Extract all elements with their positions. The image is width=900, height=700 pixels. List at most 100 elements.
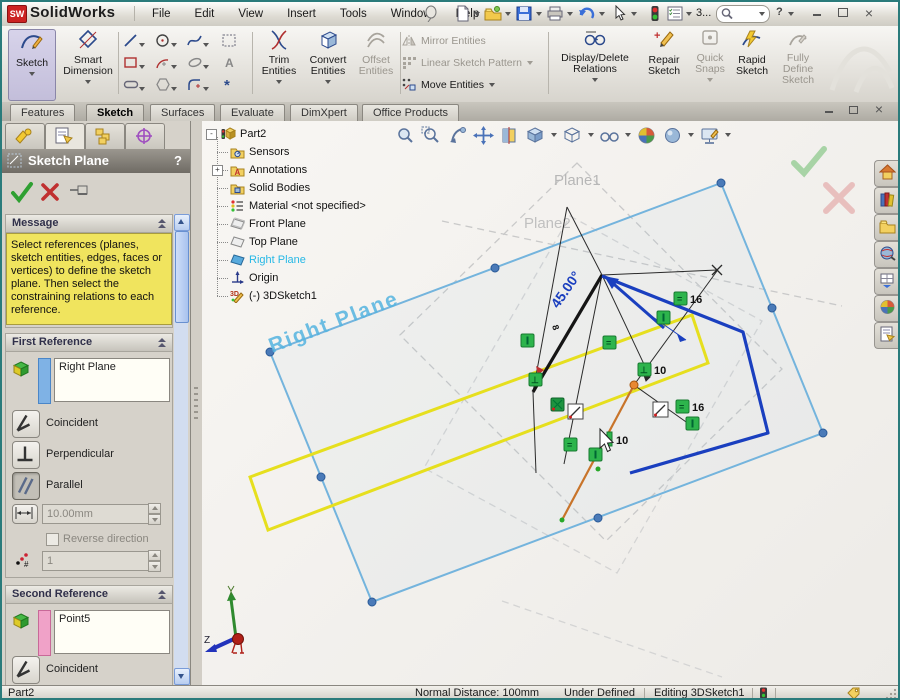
collapse-chevron-icon[interactable] (158, 219, 166, 229)
distance-spinner[interactable] (148, 503, 161, 523)
cancel-x-button[interactable] (40, 182, 60, 202)
taskpane-design-library-tab[interactable] (874, 187, 900, 214)
taskpane-view-palette-tab[interactable] (874, 268, 900, 295)
tab-sketch[interactable]: Sketch (86, 104, 144, 121)
splitter-grip[interactable] (194, 387, 198, 421)
tree-item-label[interactable]: Annotations (249, 161, 307, 179)
view-orientation-dropdown[interactable] (551, 133, 557, 137)
parallel-button[interactable] (12, 472, 40, 500)
taskpane-file-explorer-tab[interactable] (874, 214, 900, 241)
scroll-up-button[interactable] (174, 214, 190, 231)
tab-dimxpert[interactable]: DimXpert (290, 104, 358, 121)
tab-features[interactable]: Features (10, 104, 75, 121)
minimize-button[interactable] (808, 6, 826, 21)
overflow-toolbar-item[interactable]: 3... (696, 7, 711, 19)
tree-item-right-plane[interactable]: Right Plane (230, 251, 366, 269)
view-settings-icon[interactable] (662, 126, 683, 145)
search-dropdown[interactable] (759, 12, 765, 16)
tree-item-material[interactable]: Material <not specified> (230, 197, 366, 215)
tool-spline[interactable] (187, 33, 209, 53)
tool-ellipse[interactable] (187, 55, 209, 75)
save-icon[interactable] (515, 5, 533, 22)
perpendicular-button[interactable] (12, 441, 40, 469)
menu-view[interactable]: View (226, 8, 275, 20)
dimxpertmanager-tab[interactable] (125, 123, 165, 150)
collapse-chevron-icon[interactable] (158, 338, 166, 348)
first-reference-header[interactable]: First Reference (6, 334, 172, 352)
status-rebuild-icon[interactable] (759, 687, 768, 699)
move-entities-button[interactable]: Move Entities (402, 78, 495, 91)
rebuild-traffic-light-icon[interactable] (646, 5, 664, 22)
confirm-cancel-icon[interactable] (826, 185, 852, 211)
menu-file[interactable]: File (140, 8, 183, 20)
taskpane-custom-properties-tab[interactable] (874, 322, 900, 349)
trim-entities-button[interactable]: Trim Entities (257, 29, 301, 99)
pin-button[interactable] (68, 183, 92, 201)
new-dropdown[interactable] (474, 12, 480, 16)
tree-item-top-plane[interactable]: Top Plane (230, 233, 366, 251)
pin-menu-icon[interactable] (422, 5, 440, 22)
display-delete-relations-button[interactable]: Display/Delete Relations (553, 29, 637, 99)
smart-dimension-button[interactable]: Smart Dimension (60, 29, 116, 99)
doc-close-button[interactable]: × (870, 102, 888, 117)
menu-tools[interactable]: Tools (328, 8, 379, 20)
smart-dimension-dropdown[interactable] (85, 80, 91, 84)
hide-show-dropdown[interactable] (625, 133, 631, 137)
help-button[interactable]: ? (776, 6, 783, 18)
display-delete-dropdown[interactable] (592, 78, 598, 82)
doc-restore-button[interactable] (844, 103, 862, 118)
move-entities-dropdown[interactable] (489, 83, 495, 87)
reverse-direction-checkbox[interactable] (46, 533, 59, 546)
scroll-down-button[interactable] (174, 668, 190, 685)
view-orientation-icon[interactable] (525, 126, 546, 145)
apply-scene-icon[interactable] (636, 126, 657, 145)
resize-grip[interactable] (885, 688, 897, 699)
tool-arc[interactable] (155, 55, 177, 75)
ok-check-button[interactable] (10, 181, 34, 203)
search-box[interactable] (716, 5, 770, 23)
tool-line[interactable] (123, 33, 145, 53)
options-list-icon[interactable] (666, 5, 684, 22)
undo-dropdown[interactable] (599, 12, 605, 16)
tree-item-front-plane[interactable]: Front Plane (230, 215, 366, 233)
hide-show-items-icon[interactable] (599, 126, 620, 145)
edit-appearance-icon[interactable] (699, 126, 720, 145)
plane1-label[interactable]: Plane1 (554, 172, 601, 189)
tool-circle[interactable] (155, 33, 177, 53)
print-dropdown[interactable] (567, 12, 573, 16)
collapse-toggle[interactable]: - (206, 129, 217, 140)
menu-edit[interactable]: Edit (183, 8, 227, 20)
tab-office-products[interactable]: Office Products (362, 104, 459, 121)
second-coincident-button[interactable] (12, 656, 40, 684)
select-cursor-icon[interactable] (610, 5, 628, 22)
tool-rectangle[interactable] (123, 55, 145, 75)
convert-entities-button[interactable]: Convert Entities (303, 29, 353, 99)
status-tag-icon[interactable] (847, 687, 861, 699)
zoom-to-area-icon[interactable] (421, 126, 442, 145)
tree-item-label[interactable]: Sensors (249, 143, 289, 161)
configurationmanager-tab[interactable] (85, 123, 125, 150)
tree-item-label[interactable]: (-) 3DSketch1 (249, 287, 317, 305)
edit-appearance-dropdown[interactable] (725, 133, 731, 137)
second-reference-selection-box[interactable]: Point5 (54, 610, 170, 654)
tree-root-label[interactable]: Part2 (240, 125, 266, 143)
tree-item-annotations[interactable]: + A Annotations (230, 161, 366, 179)
tree-item-solid-bodies[interactable]: Solid Bodies (230, 179, 366, 197)
tree-item-label[interactable]: Right Plane (249, 251, 306, 269)
select-dropdown[interactable] (631, 12, 637, 16)
repair-sketch-button[interactable]: + Repair Sketch (641, 29, 687, 99)
taskpane-resources-tab[interactable] (874, 160, 900, 187)
second-reference-header[interactable]: Second Reference (6, 586, 172, 604)
rapid-sketch-button[interactable]: Rapid Sketch (731, 29, 773, 99)
help-dropdown[interactable] (788, 12, 794, 16)
tree-item-label[interactable]: Origin (249, 269, 278, 287)
collapse-chevron-icon[interactable] (158, 590, 166, 600)
open-dropdown[interactable] (505, 12, 511, 16)
taskpane-appearances-tab[interactable] (874, 295, 900, 322)
tree-item-label[interactable]: Front Plane (249, 215, 306, 233)
distance-button[interactable] (12, 504, 38, 524)
display-style-dropdown[interactable] (588, 133, 594, 137)
pm-help-button[interactable]: ? (174, 149, 182, 173)
new-document-icon[interactable] (454, 5, 472, 22)
convert-dropdown[interactable] (325, 80, 331, 84)
